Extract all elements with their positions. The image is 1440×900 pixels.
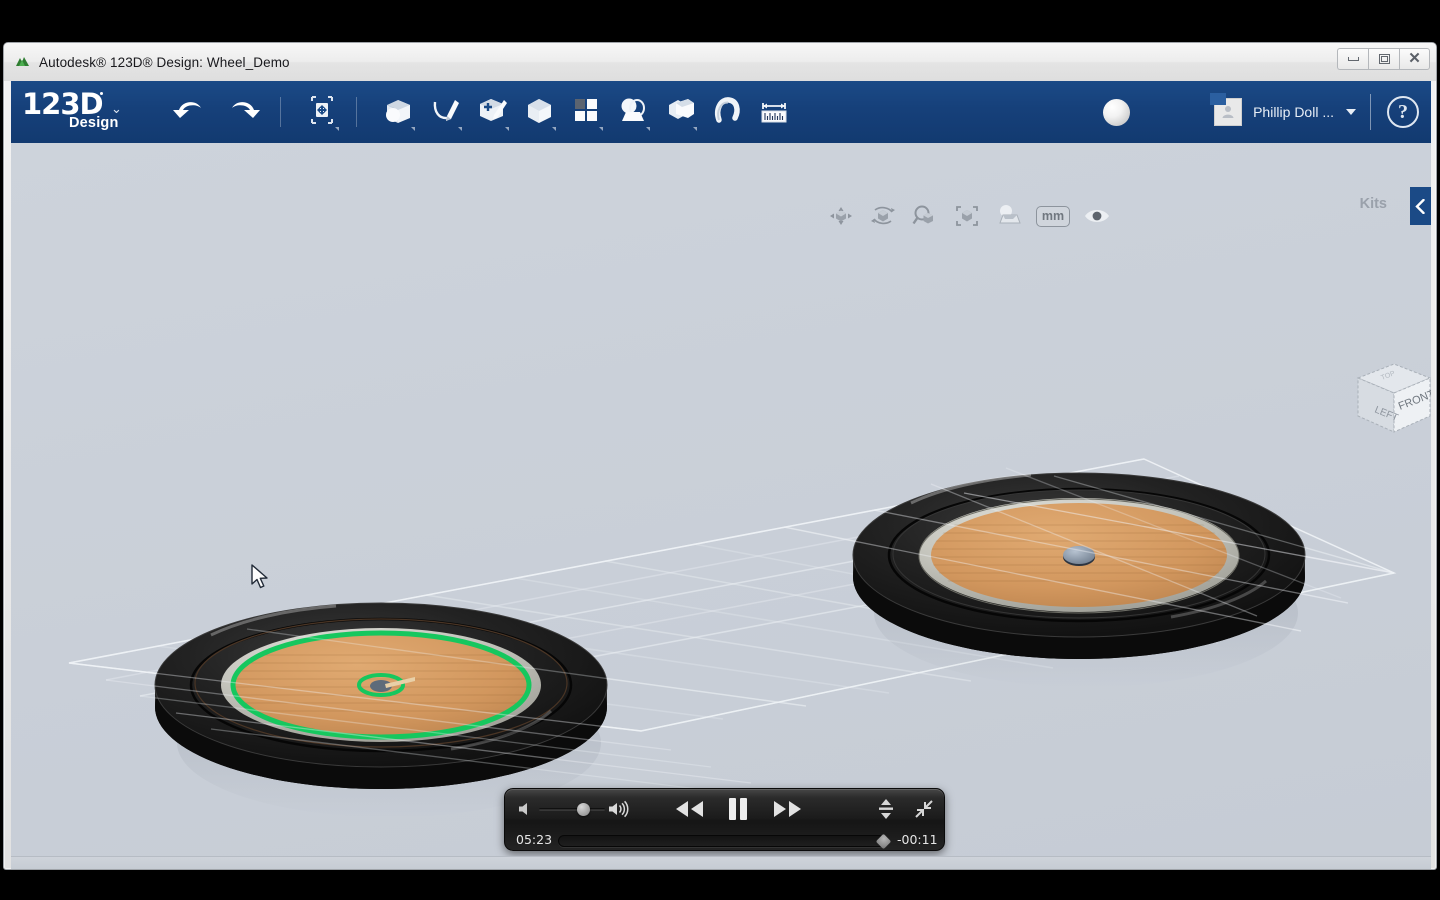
toolbar-divider (280, 97, 281, 127)
modify-tool[interactable] (515, 86, 562, 138)
status-bar (11, 856, 1431, 869)
fit-icon (956, 206, 978, 226)
user-name-label[interactable]: Phillip Doll ... (1253, 104, 1334, 120)
brand-registered-dot (100, 92, 103, 95)
pan-tool[interactable] (826, 201, 856, 231)
view-style-icon (999, 205, 1021, 224)
toolbar-divider (356, 97, 357, 127)
transform-icon (310, 96, 333, 124)
viewport-3d[interactable]: mm Kits LEFT FRONT TOP 05:23 -00:11 (11, 143, 1431, 856)
kits-collapse-button[interactable] (1410, 187, 1431, 225)
rewind-button[interactable] (672, 798, 706, 820)
window-controls: ✕ (1337, 48, 1430, 70)
brand-subtitle: Design (69, 115, 119, 131)
kits-label[interactable]: Kits (1360, 196, 1387, 212)
grouping-icon (621, 98, 645, 121)
undo-icon (173, 102, 201, 118)
redo-icon (232, 102, 260, 118)
modeling-tool-group (374, 86, 797, 138)
redo-button[interactable] (219, 86, 269, 138)
autodesk-123d-icon (14, 54, 31, 71)
volume-high-icon[interactable] (608, 799, 630, 819)
scene-canvas (68, 458, 1397, 817)
view-cube-icon: LEFT FRONT TOP (1356, 363, 1431, 433)
toolbar-right-zone: Phillip Doll ... ? (1103, 93, 1431, 130)
orbit-tool[interactable] (868, 201, 898, 231)
undo-button[interactable] (164, 86, 214, 138)
construct-tool[interactable] (468, 86, 515, 138)
orbit-icon (871, 206, 895, 225)
pause-button[interactable] (723, 794, 753, 824)
pattern-icon (574, 99, 597, 121)
user-icon (1222, 106, 1234, 118)
view-cube[interactable]: LEFT FRONT TOP (1338, 348, 1431, 448)
history-controls (164, 86, 269, 138)
unit-selector[interactable]: mm (1036, 205, 1070, 227)
main-toolbar: 123D ⌄ Design Phillip Doll ... ? (11, 81, 1431, 143)
grouping-tool[interactable] (609, 86, 656, 138)
visibility-toggle[interactable] (1082, 201, 1112, 231)
eye-icon (1085, 210, 1109, 222)
media-seek-row: 05:23 -00:11 (505, 830, 944, 851)
volume-slider-handle[interactable] (577, 803, 590, 816)
help-button[interactable]: ? (1387, 96, 1419, 128)
view-style-tool[interactable] (994, 201, 1024, 231)
window-title: Autodesk® 123D® Design: Wheel_Demo (39, 54, 290, 70)
media-controls-row (505, 789, 944, 830)
view-toolbar: mm (826, 201, 1112, 231)
fit-tool[interactable] (952, 201, 982, 231)
volume-slider[interactable] (539, 808, 605, 811)
chevron-down-icon[interactable] (1346, 109, 1356, 115)
sketch-tool[interactable] (421, 86, 468, 138)
wheel-selected[interactable] (68, 602, 807, 817)
seek-bar[interactable] (558, 835, 885, 847)
toolbar-divider (1370, 94, 1371, 130)
pattern-tool[interactable] (562, 86, 609, 138)
wheel-second[interactable] (783, 467, 1395, 687)
primitives-icon (385, 100, 410, 123)
sketch-icon (433, 100, 459, 121)
mouse-pointer (250, 564, 270, 592)
close-button[interactable]: ✕ (1399, 48, 1430, 70)
restore-button[interactable] (1368, 48, 1399, 70)
combine-tool[interactable] (656, 86, 703, 138)
snap-tool[interactable] (703, 86, 750, 138)
zoom-tool[interactable] (910, 201, 940, 231)
application-window: Autodesk® 123D® Design: Wheel_Demo ✕ 123… (3, 42, 1437, 870)
media-player[interactable]: 05:23 -00:11 (504, 788, 945, 851)
title-bar[interactable]: Autodesk® 123D® Design: Wheel_Demo ✕ (4, 43, 1436, 81)
time-remaining: -00:11 (897, 832, 938, 847)
modify-icon (527, 99, 551, 123)
measure-tool[interactable] (750, 86, 797, 138)
snap-magnet-icon (714, 97, 740, 123)
step-frame-button[interactable] (875, 796, 897, 822)
construct-icon (479, 99, 507, 121)
brand-logo[interactable]: 123D ⌄ Design (18, 81, 136, 143)
combine-icon (668, 99, 694, 119)
volume-low-icon[interactable] (517, 800, 535, 818)
chevron-left-icon (1415, 198, 1425, 214)
fast-forward-button[interactable] (771, 798, 805, 820)
exit-fullscreen-button[interactable] (913, 798, 935, 820)
zoom-icon (912, 205, 933, 225)
measure-icon (761, 103, 786, 123)
avatar[interactable] (1210, 93, 1243, 126)
primitives-tool[interactable] (374, 86, 421, 138)
minimize-button[interactable] (1337, 48, 1368, 70)
time-elapsed: 05:23 (516, 832, 553, 847)
material-swatch-button[interactable] (1103, 98, 1131, 126)
transform-tool[interactable] (298, 86, 345, 138)
pan-icon (830, 207, 852, 225)
